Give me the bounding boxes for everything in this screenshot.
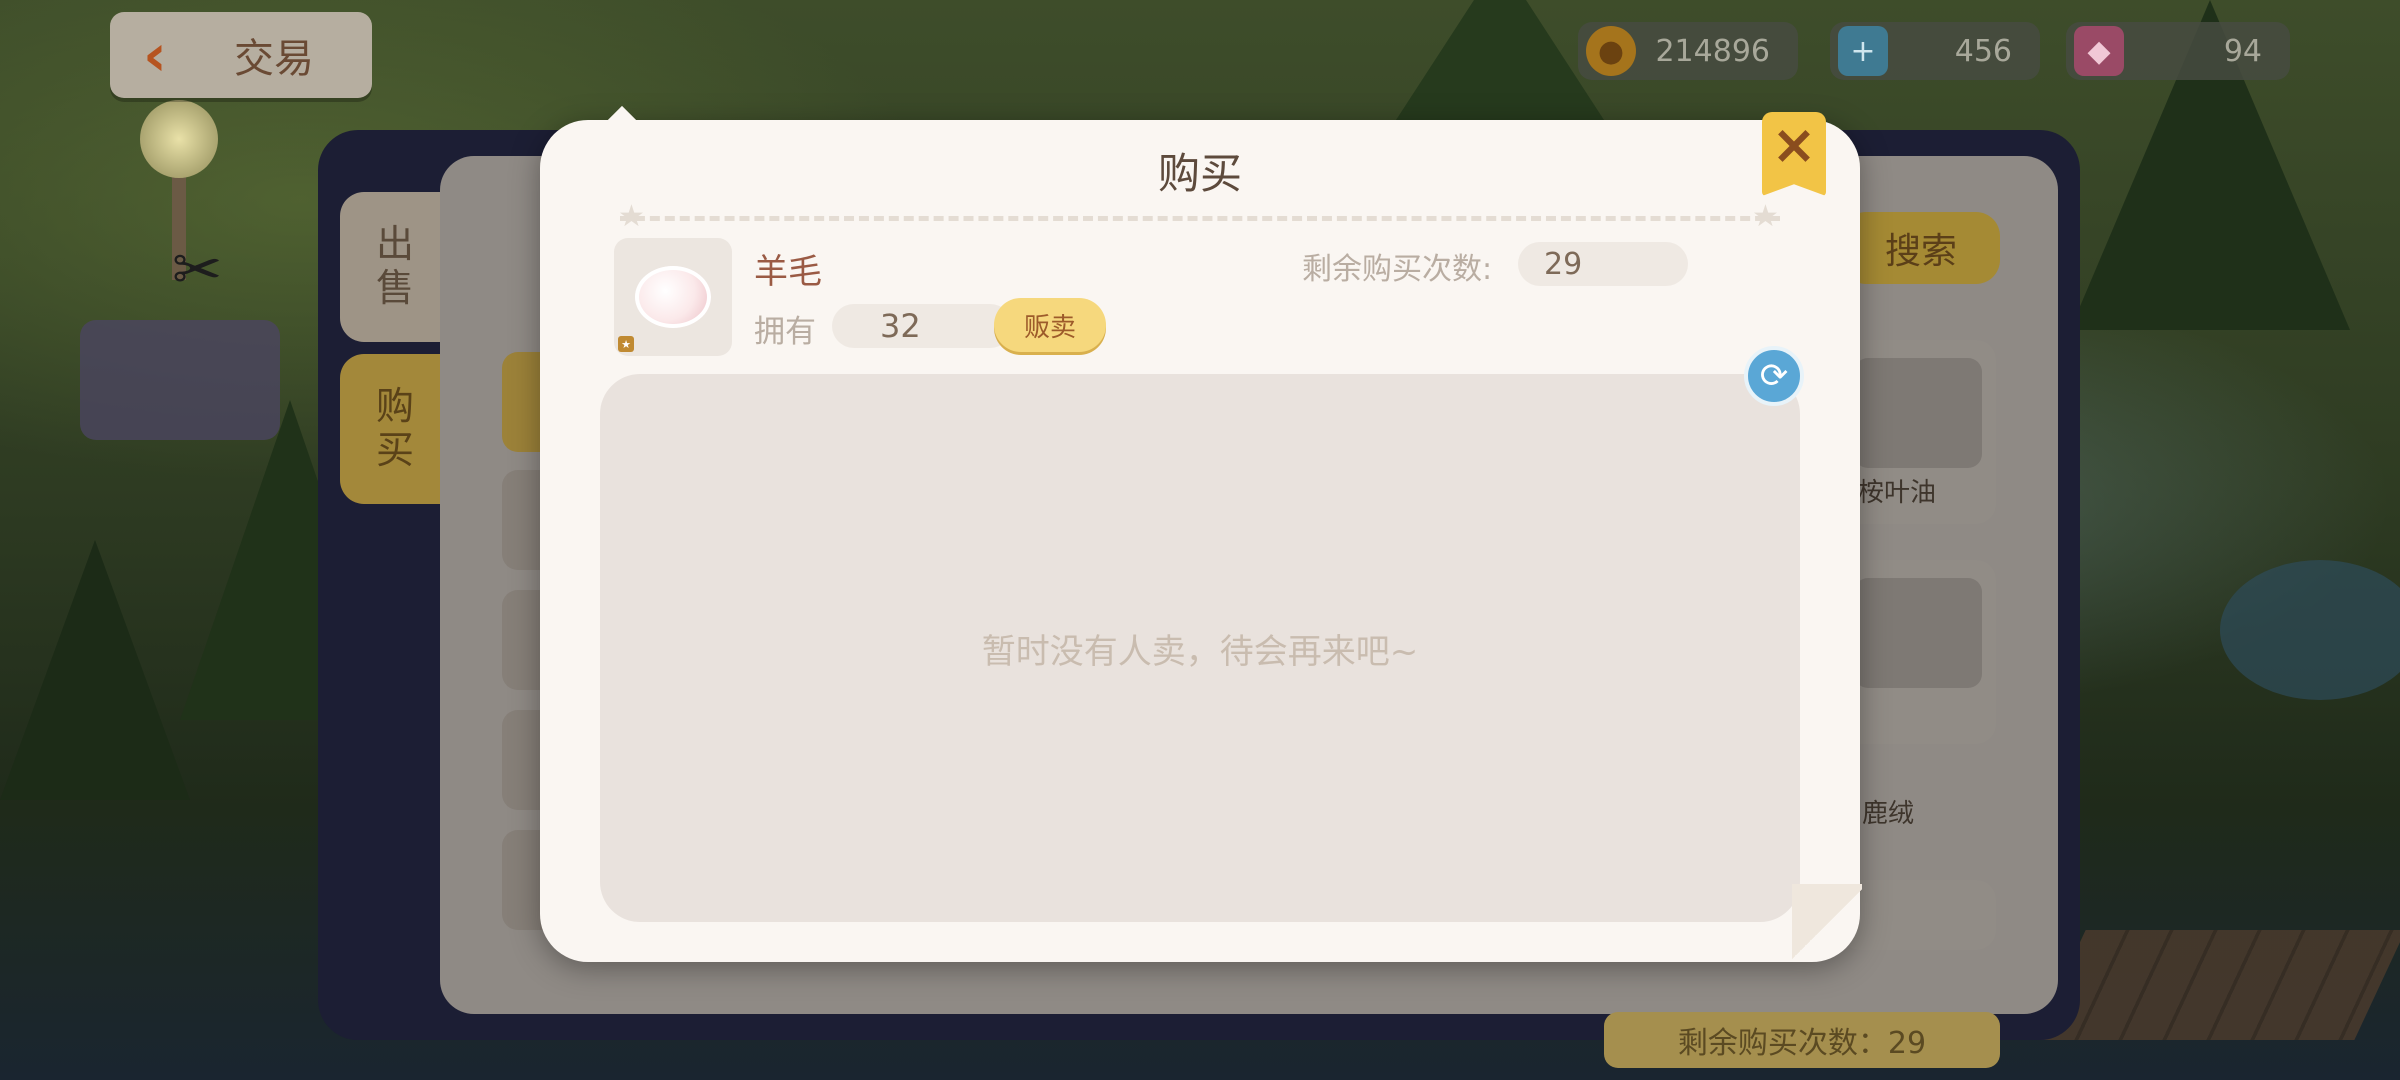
item-card[interactable] xyxy=(1840,880,1996,950)
coin-icon: ● xyxy=(1586,26,1636,76)
item-card[interactable] xyxy=(1840,560,1996,744)
sell-button[interactable]: 贩卖 xyxy=(994,298,1106,352)
item-card-thumbnail xyxy=(1854,358,1982,468)
refresh-button[interactable]: ⟳ xyxy=(1744,346,1804,406)
scissors-icon: ✂ xyxy=(172,235,223,305)
close-button[interactable]: × xyxy=(1762,112,1826,196)
refresh-icon: ⟳ xyxy=(1759,356,1789,396)
purchase-dialog: 购买 × ★ ★ ★ 羊毛 拥有 32 贩卖 剩余购买次数: 29 暂时没有人卖… xyxy=(540,105,1862,964)
back-button-label: 交易 xyxy=(234,36,314,82)
back-button[interactable]: ‹ 交易 xyxy=(110,12,372,98)
listing-area: 暂时没有人卖，待会再来吧~ xyxy=(600,374,1800,922)
empty-listing-message: 暂时没有人卖，待会再来吧~ xyxy=(981,631,1419,672)
search-button[interactable]: 搜索 xyxy=(1842,212,2000,284)
gem-count: 94 xyxy=(2223,33,2262,69)
item-card-label: 鹿绒 xyxy=(1862,799,1915,829)
page-fold-decoration xyxy=(1792,884,1862,964)
coin-counter: ● 214896 xyxy=(1578,22,1798,80)
tab-buy[interactable]: 购 买 xyxy=(340,354,450,504)
gem-icon: ◆ xyxy=(2074,26,2124,76)
tab-sell[interactable]: 出 售 xyxy=(340,192,450,342)
energy-counter[interactable]: + 456 xyxy=(1830,22,2040,80)
item-card-label: 桉叶油 xyxy=(1858,478,1937,508)
item-name: 羊毛 xyxy=(754,252,822,292)
gem-counter[interactable]: ◆ 94 xyxy=(2066,22,2290,80)
owned-label: 拥有 xyxy=(754,314,816,350)
remaining-purchases-count: 29 xyxy=(1518,242,1688,286)
close-icon: × xyxy=(1771,113,1817,176)
tree-decoration xyxy=(0,540,190,800)
item-card-thumbnail xyxy=(1854,578,1982,688)
remaining-purchases-badge: 剩余购买次数：29 xyxy=(1604,1012,2000,1068)
quality-star-icon: ★ xyxy=(618,336,634,352)
lamp-globe-decoration xyxy=(140,100,218,178)
spinning-machine-decoration xyxy=(80,320,280,440)
coin-count: 214896 xyxy=(1655,33,1770,69)
energy-count: 456 xyxy=(1954,33,2012,69)
wool-icon xyxy=(635,266,711,328)
remaining-purchases-label: 剩余购买次数: xyxy=(1302,252,1493,287)
energy-plus-icon: + xyxy=(1838,26,1888,76)
star-icon: ★ xyxy=(1752,199,1779,234)
bridge-decoration xyxy=(2034,930,2400,1040)
owned-count: 32 xyxy=(832,304,1012,348)
pond-decoration xyxy=(2220,560,2400,700)
divider xyxy=(620,216,1780,221)
item-thumbnail: ★ xyxy=(614,238,732,356)
dialog-title: 购买 xyxy=(1157,149,1242,198)
back-arrow-icon: ‹ xyxy=(143,21,167,89)
